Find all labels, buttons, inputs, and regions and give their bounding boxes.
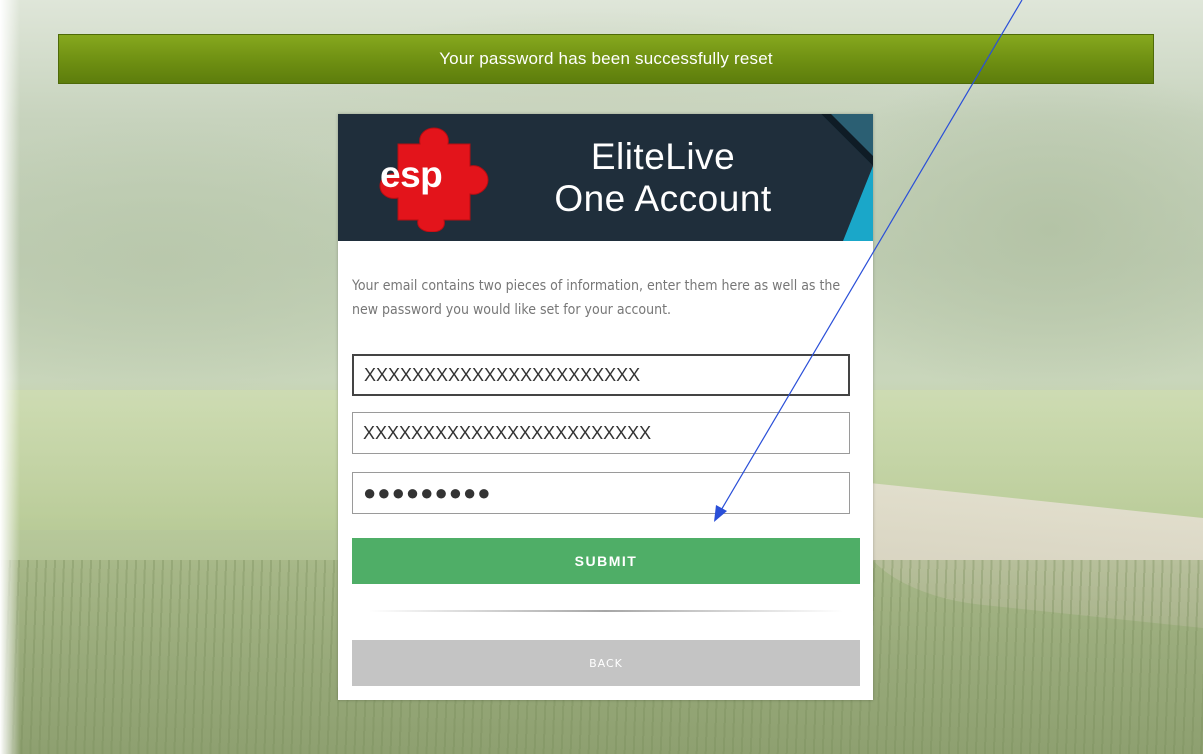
corner-accent-graphic (821, 114, 873, 241)
brand-title-line1: EliteLive (590, 136, 736, 177)
success-banner-message: Your password has been successfully rese… (439, 49, 773, 68)
back-button[interactable]: BACK (352, 640, 860, 686)
submit-button[interactable]: SUBMIT (352, 538, 860, 584)
card-header: esp EliteLive One Account (338, 114, 873, 241)
logo-text: esp (380, 154, 443, 195)
reset-code-input[interactable] (352, 354, 850, 396)
brand-title-line2: One Account (554, 178, 772, 219)
background-edge (0, 0, 20, 754)
reset-password-card: esp EliteLive One Account Your email con… (338, 114, 873, 700)
instructions-text: Your email contains two pieces of inform… (352, 278, 841, 318)
success-banner: Your password has been successfully rese… (58, 34, 1154, 84)
new-password-input[interactable] (352, 472, 850, 514)
page: Your password has been successfully rese… (0, 0, 1203, 754)
brand-title: EliteLive One Account (513, 136, 813, 220)
divider (368, 610, 843, 612)
email-token-input[interactable] (352, 412, 850, 454)
